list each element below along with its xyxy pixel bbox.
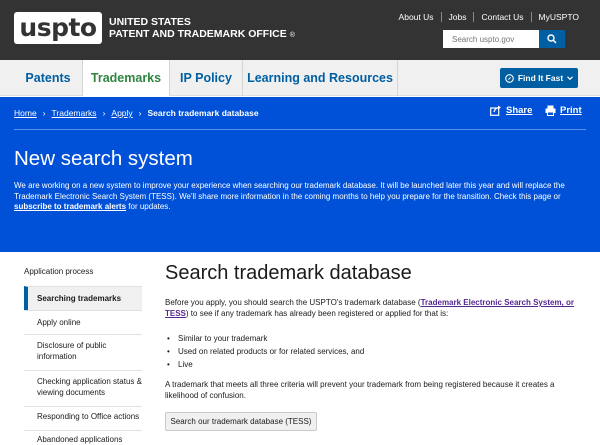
sidebar-heading[interactable]: Application process — [24, 262, 142, 282]
breadcrumb-apply[interactable]: Apply — [111, 108, 132, 118]
share-link[interactable]: Share — [490, 105, 532, 116]
search-button[interactable] — [539, 30, 565, 48]
criteria-list: Similar to your trademark Used on relate… — [165, 332, 575, 371]
breadcrumb-trademarks[interactable]: Trademarks — [52, 108, 97, 118]
nav-ip-policy[interactable]: IP Policy — [170, 60, 242, 96]
print-label: Print — [560, 105, 582, 116]
breadcrumb: Home › Trademarks › Apply › Search trade… — [14, 108, 259, 118]
breadcrumb-current: Search trademark database — [147, 108, 259, 118]
intro-paragraph: Before you apply, you should search the … — [165, 297, 585, 319]
contact-us-link[interactable]: Contact Us — [473, 12, 530, 22]
sidebar-item-apply-online[interactable]: Apply online — [24, 310, 142, 334]
jobs-link[interactable]: Jobs — [440, 12, 474, 22]
breadcrumb-home[interactable]: Home — [14, 108, 37, 118]
search-tess-button[interactable]: Search our trademark database (TESS) — [165, 412, 317, 431]
search-icon — [547, 34, 557, 44]
list-item: Live — [165, 358, 575, 371]
agency-name: UNITED STATES PATENT AND TRADEMARK OFFIC… — [109, 16, 295, 42]
nav-trademarks[interactable]: Trademarks — [83, 60, 169, 96]
registered-mark: ® — [289, 32, 295, 39]
hero-banner: Home › Trademarks › Apply › Search trade… — [0, 97, 600, 252]
sidebar-item-checking-status[interactable]: Checking application status & viewing do… — [24, 370, 142, 402]
chevron-right-icon: › — [42, 108, 46, 118]
nav-learning-resources[interactable]: Learning and Resources — [243, 60, 397, 96]
sidebar-item-searching-trademarks[interactable]: Searching trademarks — [24, 286, 142, 310]
page-title: New search system — [14, 147, 193, 170]
nav-divider — [397, 60, 398, 96]
utility-links: About Us Jobs Contact Us MyUSPTO — [392, 12, 586, 22]
notice-text: We are working on a new system to improv… — [14, 181, 565, 201]
hero-divider — [14, 129, 586, 130]
print-icon — [545, 105, 556, 116]
about-us-link[interactable]: About Us — [392, 12, 441, 22]
agency-line-2: PATENT AND TRADEMARK OFFICE — [109, 28, 287, 40]
intro-text: Before you apply, you should search the … — [165, 298, 421, 307]
find-it-fast-button[interactable]: Find It Fast — [500, 68, 578, 88]
compass-icon — [505, 73, 514, 83]
agency-line-1: UNITED STATES — [109, 16, 191, 28]
sidebar-item-office-actions[interactable]: Responding to Office actions — [24, 406, 142, 426]
list-item: Used on related products or for related … — [165, 345, 575, 358]
hero-notice: We are working on a new system to improv… — [14, 181, 589, 213]
nav-patents[interactable]: Patents — [14, 60, 82, 96]
site-header: uspto UNITED STATES PATENT AND TRADEMARK… — [0, 0, 600, 60]
subscribe-alerts-link[interactable]: subscribe to trademark alerts — [14, 202, 126, 211]
share-label: Share — [506, 105, 533, 116]
uspto-logo[interactable]: uspto — [14, 12, 102, 44]
find-it-fast-label: Find It Fast — [517, 73, 564, 83]
intro-text-end: ) to see if any trademark has already be… — [185, 309, 449, 318]
notice-text-end: for updates. — [128, 202, 171, 211]
chevron-right-icon: › — [102, 108, 106, 118]
list-item: Similar to your trademark — [165, 332, 575, 345]
chevron-down-icon — [567, 76, 574, 81]
sidebar-item-abandoned[interactable]: Abandoned applications — [24, 430, 142, 445]
chevron-right-icon: › — [138, 108, 142, 118]
section-title: Search trademark database — [165, 262, 412, 284]
share-icon — [490, 105, 501, 116]
sidebar-item-disclosure[interactable]: Disclosure of public information — [24, 334, 142, 366]
criteria-note: A trademark that meets all three criteri… — [165, 380, 555, 400]
print-link[interactable]: Print — [545, 105, 582, 116]
myuspto-link[interactable]: MyUSPTO — [530, 12, 586, 22]
